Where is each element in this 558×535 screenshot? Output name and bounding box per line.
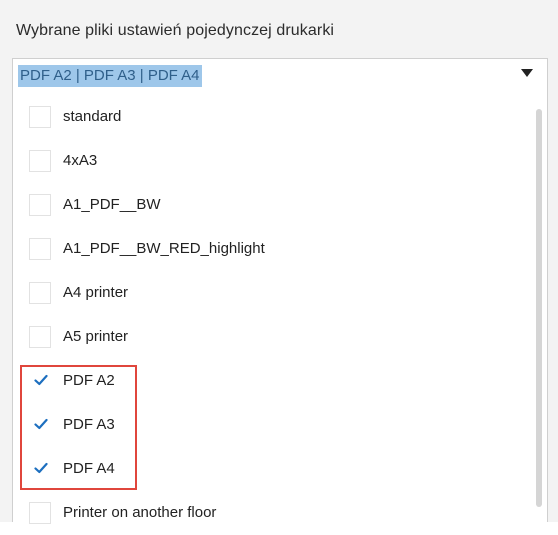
list-item[interactable]: 4xA3 <box>13 139 513 183</box>
settings-panel: Wybrane pliki ustawień pojedynczej druka… <box>0 0 558 524</box>
checkbox[interactable] <box>29 194 51 216</box>
checkbox[interactable] <box>29 282 51 304</box>
list-item-label: Printer on another floor <box>63 504 217 521</box>
dropdown-selected-value[interactable]: PDF A2 | PDF A3 | PDF A4 <box>18 65 202 87</box>
list-item-label: A1_PDF__BW_RED_highlight <box>63 240 265 257</box>
checkbox[interactable] <box>29 106 51 128</box>
list-item[interactable]: A4 printer <box>13 271 513 315</box>
annotation-highlight-box <box>20 365 137 490</box>
list-item-label: 4xA3 <box>63 152 98 169</box>
scrollbar-thumb[interactable] <box>536 109 542 507</box>
checkbox[interactable] <box>29 238 51 260</box>
list-item-label: A5 printer <box>63 328 129 345</box>
printer-settings-dropdown[interactable]: PDF A2 | PDF A3 | PDF A4 standard 4xA3 A… <box>12 58 548 524</box>
list-item[interactable]: A1_PDF__BW <box>13 183 513 227</box>
checkbox[interactable] <box>29 150 51 172</box>
list-item[interactable]: A1_PDF__BW_RED_highlight <box>13 227 513 271</box>
list-item-label: standard <box>63 108 122 125</box>
list-item[interactable]: Printer on another floor <box>13 491 513 535</box>
list-item-label: A4 printer <box>63 284 129 301</box>
list-item[interactable]: A5 printer <box>13 315 513 359</box>
chevron-down-icon[interactable] <box>521 69 533 77</box>
scrollbar[interactable] <box>533 95 545 523</box>
dropdown-selected-row[interactable]: PDF A2 | PDF A3 | PDF A4 <box>13 59 547 93</box>
list-item[interactable]: standard <box>13 95 513 139</box>
field-label: Wybrane pliki ustawień pojedynczej druka… <box>16 22 335 39</box>
list-item-label: A1_PDF__BW <box>63 196 161 213</box>
checkbox[interactable] <box>29 326 51 348</box>
dropdown-options-list: standard 4xA3 A1_PDF__BW A1_PDF__BW_RED_… <box>13 95 547 524</box>
checkbox[interactable] <box>29 502 51 524</box>
